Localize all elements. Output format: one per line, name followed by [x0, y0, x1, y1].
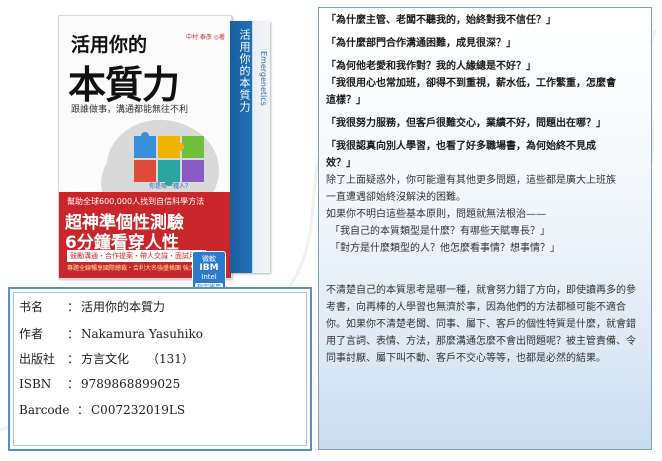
barcode-label: Barcode	[19, 403, 70, 417]
question-line: 這樣？」	[326, 95, 366, 106]
book-cover: 活用你的 本質力 跟誰做事，溝通都能無往不利 中村 泰彥 ◎著 你是哪一種人？ …	[58, 15, 270, 293]
quote-line: 「我自己的本質類型是什麼？有哪些天賦專長？」	[330, 226, 550, 237]
publisher-label: 出版社	[19, 352, 56, 366]
title-label: 书名	[19, 300, 44, 314]
badge-line-2: IBM	[199, 263, 219, 273]
band-chip: 鼓勵溝通・合作提案・帶人交識・面試用人	[67, 250, 206, 262]
body-line: 一直遭遇卻始終沒解決的困難。	[326, 192, 466, 203]
svg-text:你是哪一種人？: 你是哪一種人？	[149, 182, 191, 190]
question-line: 「我很努力服務，但客戶很難交心，業績不好，問題出在哪？」	[326, 118, 606, 129]
publisher-sep: ：	[67, 352, 80, 366]
spine-title: 活用你的本質力	[238, 29, 251, 113]
author-value: Nakamura Yasuhiko	[81, 327, 203, 341]
info-row-author: 作者 ： Nakamura Yasuhiko	[19, 325, 203, 342]
question-line: 「為何他老愛和我作對？我的人緣總是不好？」	[326, 61, 536, 72]
spine-side-text: Emergenetics	[259, 51, 268, 106]
isbn-label: ISBN	[19, 377, 52, 391]
book-info-panel: 书名：活用你的本質力 作者： Nakamura Yasuhiko 出版社：方言文化…	[8, 287, 312, 451]
body-line: 如果你不明白這些基本原則，問題就無法根治——	[326, 209, 546, 220]
isbn-value: 9789868899025	[81, 377, 181, 391]
publisher-value: 方言文化	[81, 352, 130, 366]
question-line: 「為什麼主管、老闆不聽我的，始終對我不信任？」	[326, 15, 556, 26]
pages-value: （131）	[147, 352, 194, 366]
isbn-sep: ：	[67, 377, 80, 391]
info-row-publisher: 出版社 ：方言文化 （131）	[19, 350, 194, 367]
question-line: 效？」	[326, 158, 356, 169]
cover-authors: 中村 泰彥 ◎著	[185, 34, 225, 41]
cover-spine: 活用你的本質力 Emergenetics	[230, 21, 270, 273]
info-row-isbn: ISBN ： 9789868899025	[19, 375, 180, 392]
title-sep: ：	[67, 300, 80, 314]
badge-line-3: Intel	[201, 273, 217, 281]
book-info-inner	[13, 292, 307, 446]
cover-title-big: 本質力	[68, 63, 180, 107]
barcode-value: C007232019LS	[91, 403, 186, 417]
description-panel: 「為什麼主管、老闆不聽我的，始終對我不信任？」 「為什麼部門合作溝通困難，成見很…	[318, 7, 652, 450]
question-line: 「我很用心也常加班，卻得不到重視，薪水低，工作繁重，怎麼會	[326, 78, 616, 89]
band-small-text: 幫助全球600,000人找到自信科學方法	[67, 197, 205, 206]
cover-front: 活用你的 本質力 跟誰做事，溝通都能無往不利 中村 泰彥 ◎著 你是哪一種人？ …	[58, 15, 232, 279]
info-row-barcode: Barcode ： C007232019LS	[19, 401, 185, 418]
band-footer: 專題全線暢享國際總裁・合利大名強盛格團 強力推薦	[67, 265, 207, 272]
author-sep: ：	[67, 327, 80, 341]
cover-title-small: 活用你的	[71, 34, 148, 56]
author-label: 作者	[19, 327, 44, 341]
barcode-sep: ：	[77, 403, 90, 417]
title-value: 活用你的本質力	[81, 300, 166, 314]
body-paragraph: 不清楚自己的本質思考是哪一種，就會努力錯了方向，即使讀再多的參考書，向再棒的人學…	[326, 285, 636, 364]
question-line: 「為什麼部門合作溝通困難，成見很深？」	[326, 38, 516, 49]
info-row-title: 书名 ：活用你的本質力	[19, 298, 165, 315]
body-line: 除了上面疑惑外，你可能還有其他更多問題，這些都是廣大上班族	[326, 175, 616, 186]
quote-line: 「對方是什麼類型的人？他怎麼看事情？想事情？」	[330, 243, 560, 254]
question-line: 「我很認真向別人學習，也看了好多職場書，為何始終不見成	[326, 141, 596, 152]
